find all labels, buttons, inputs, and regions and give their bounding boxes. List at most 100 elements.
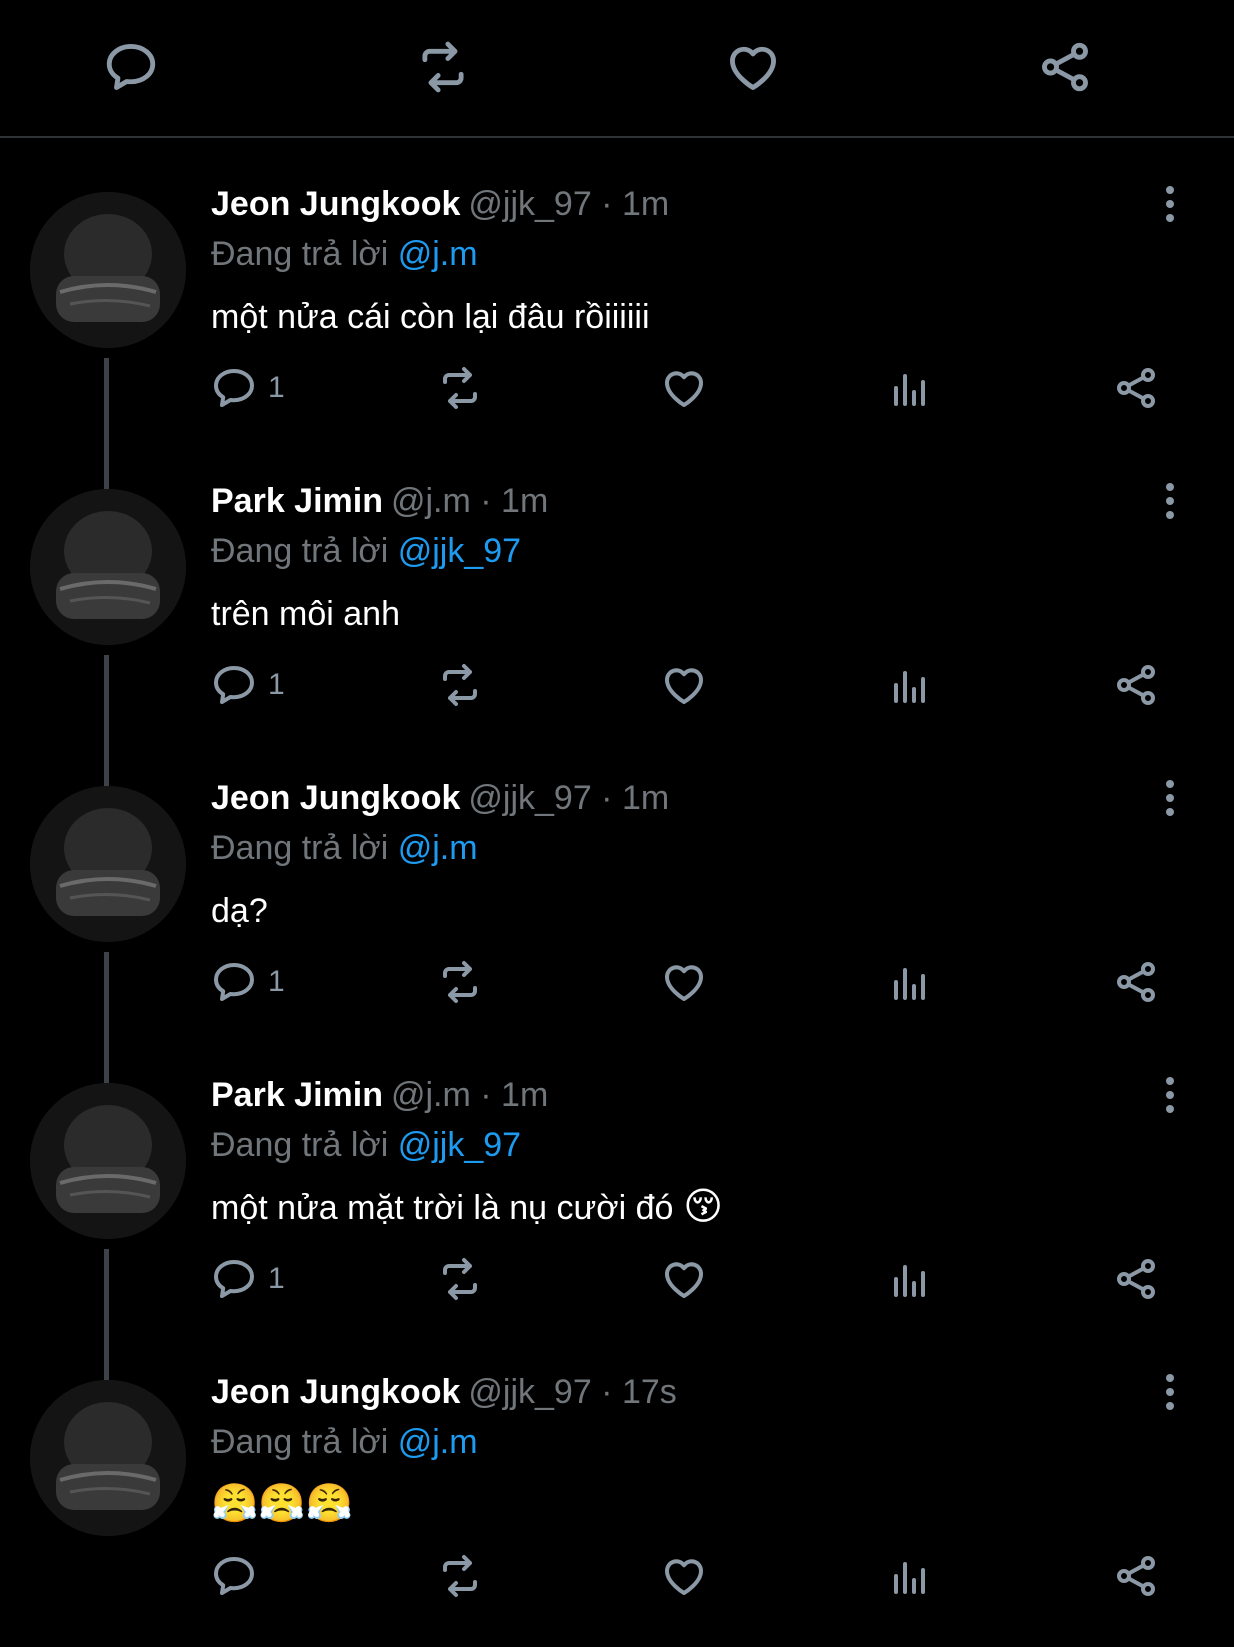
reply-count: 1 [268,668,285,701]
avatar-photo [30,192,186,348]
share-button[interactable] [1112,1251,1160,1307]
tweet-action-bar [0,0,1234,138]
like-icon [730,46,776,90]
retweet-icon [443,367,477,409]
like-button[interactable] [660,360,708,416]
share-button[interactable] [1112,954,1160,1010]
mention-link[interactable]: @j.m [398,1423,478,1461]
reply-button[interactable] [210,1548,268,1604]
author-name[interactable]: Park Jimin [211,1076,383,1114]
tweet-actions: 1 [0,954,1234,1010]
like-button[interactable] [660,954,708,1010]
like-icon [665,668,703,704]
analytics-icon [894,1265,925,1297]
like-icon [665,1559,703,1595]
more-options-button[interactable] [1152,477,1188,525]
retweet-button[interactable] [436,1251,484,1307]
mention-link[interactable]: @j.m [398,829,478,867]
tweet-text: một nửa cái còn lại đâu rồiiiiii [211,292,650,340]
reply-icon [214,1557,254,1595]
like-button[interactable] [660,1251,708,1307]
like-button[interactable] [660,657,708,713]
more-options-button[interactable] [1152,774,1188,822]
views-button[interactable] [886,657,934,713]
like-button[interactable] [660,1548,708,1604]
jungkook-avatar[interactable] [30,1380,186,1536]
tweet-5[interactable]: Jeon Jungkook @jjk_97 · 17s Đang trả lời … [0,1350,1234,1647]
replying-to: Đang trả lời @jjk_97 [211,1123,521,1167]
jungkook-avatar[interactable] [30,192,186,348]
retweet-button[interactable] [410,34,476,100]
views-button[interactable] [886,1548,934,1604]
avatar-photo [30,1380,186,1536]
emoji: 😚 [683,1184,724,1228]
share-icon [1117,1556,1155,1596]
avatar-photo [30,1083,186,1239]
like-icon [665,965,703,1001]
more-options-button[interactable] [1152,1368,1188,1416]
emoji: 😤😤😤 [211,1481,353,1525]
tweet-text: một nửa mặt trời là nụ cười đó 😚 [211,1183,723,1231]
views-button[interactable] [886,954,934,1010]
share-button[interactable] [1112,657,1160,713]
mention-link[interactable]: @jjk_97 [398,1126,521,1164]
reply-count: 1 [268,1262,285,1295]
reply-button[interactable] [98,34,164,100]
like-button[interactable] [720,34,786,100]
author-handle-time: @jjk_97 · 17s [468,1373,677,1411]
more-options-button[interactable] [1152,1071,1188,1119]
reply-icon [214,963,254,1001]
author-name[interactable]: Jeon Jungkook [211,1373,460,1411]
reply-button[interactable]: 1 [210,954,285,1010]
views-button[interactable] [886,1251,934,1307]
author-name[interactable]: Park Jimin [211,482,383,520]
share-button[interactable] [1112,1548,1160,1604]
reply-icon [214,666,254,704]
reply-button[interactable]: 1 [210,657,285,713]
tweet-3[interactable]: Jeon Jungkook @jjk_97 · 1m Đang trả lời @… [0,756,1234,1086]
retweet-button[interactable] [436,954,484,1010]
tweet-text: dạ? [211,886,268,934]
author-handle-time: @jjk_97 · 1m [468,779,670,817]
replying-label: Đang trả lời [211,235,389,273]
replying-label: Đang trả lời [211,1126,389,1164]
share-icon [1117,665,1155,705]
avatar-photo [30,489,186,645]
reply-button[interactable]: 1 [210,1251,285,1307]
reply-button[interactable]: 1 [210,360,285,416]
tweet-text-body: dạ? [211,892,268,930]
author-name[interactable]: Jeon Jungkook [211,185,460,223]
tweet-2[interactable]: Park Jimin @j.m · 1m Đang trả lời @jjk_97… [0,459,1234,789]
mention-link[interactable]: @jjk_97 [398,532,521,570]
reply-icon [214,1260,254,1298]
tweet-1[interactable]: Jeon Jungkook @jjk_97 · 1m Đang trả lời @… [0,162,1234,492]
author-name[interactable]: Jeon Jungkook [211,779,460,817]
analytics-icon [894,968,925,1000]
retweet-icon [422,41,464,93]
tweet-text-body: một nửa mặt trời là nụ cười đó [211,1189,674,1227]
jimin-avatar[interactable] [30,489,186,645]
share-button[interactable] [1112,360,1160,416]
replying-to: Đang trả lời @jjk_97 [211,529,521,573]
retweet-button[interactable] [436,657,484,713]
replying-to: Đang trả lời @j.m [211,826,478,870]
jungkook-avatar[interactable] [30,786,186,942]
retweet-button[interactable] [436,1548,484,1604]
author-handle-time: @jjk_97 · 1m [468,185,670,223]
views-button[interactable] [886,360,934,416]
analytics-icon [894,1562,925,1594]
jimin-avatar[interactable] [30,1083,186,1239]
tweet-text: trên môi anh [211,589,400,637]
tweet-header: Jeon Jungkook @jjk_97 · 1m [211,182,669,226]
share-button[interactable] [1032,34,1098,100]
tweet-actions: 1 [0,360,1234,416]
tweet-actions: 1 [0,1251,1234,1307]
tweet-header: Jeon Jungkook @jjk_97 · 1m [211,776,669,820]
more-options-button[interactable] [1152,180,1188,228]
mention-link[interactable]: @j.m [398,235,478,273]
tweet-4[interactable]: Park Jimin @j.m · 1m Đang trả lời @jjk_97… [0,1053,1234,1383]
retweet-button[interactable] [436,360,484,416]
retweet-icon [443,1258,477,1300]
analytics-icon [894,671,925,703]
reply-count: 1 [268,965,285,998]
